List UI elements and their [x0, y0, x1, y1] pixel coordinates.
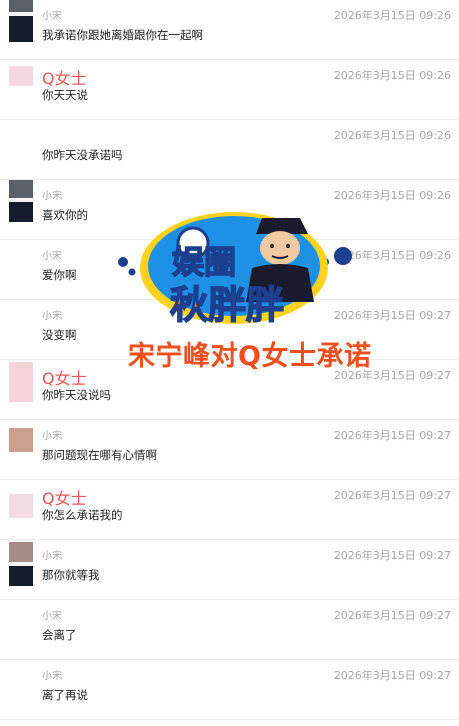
sender-name: 小宋	[42, 311, 62, 322]
avatar	[9, 0, 33, 42]
sender-name: 小宋	[42, 671, 62, 682]
sender-name: 小宋	[42, 431, 62, 442]
message-text: 那问题现在哪有心情啊	[42, 448, 157, 462]
message-text: 你天天说	[42, 88, 88, 102]
sender-name: 小宋	[42, 11, 62, 22]
timestamp: 2026年3月15日 09:26	[333, 69, 451, 82]
avatar	[9, 66, 33, 86]
message-row[interactable]: 小宋 2026年3月15日 09:26 我承诺你跟她离婚跟你在一起啊	[0, 0, 459, 60]
timestamp: 2026年3月15日 09:26	[333, 9, 451, 22]
sender-name: Q女士	[42, 69, 87, 88]
sender-name: Q女士	[42, 489, 87, 508]
logo-dot-icon	[334, 247, 352, 265]
message-text: 那你就等我	[42, 568, 100, 582]
message-row[interactable]: Q女士 2026年3月15日 09:27 你怎么承诺我的	[0, 480, 459, 540]
sender-name: Q女士	[42, 369, 87, 388]
message-text: 会离了	[42, 628, 77, 642]
timestamp: 2026年3月15日 09:27	[333, 489, 451, 502]
message-row[interactable]: 小宋 2026年3月15日 09:27 那问题现在哪有心情啊	[0, 420, 459, 480]
message-text: 你昨天没承诺吗	[42, 148, 123, 162]
message-text: 离了再说	[42, 688, 88, 702]
avatar	[9, 542, 33, 586]
logo-dot-icon	[128, 268, 136, 276]
sender-name: 小宋	[42, 551, 62, 562]
message-text: 爱你啊	[42, 268, 77, 282]
logo-dot-icon	[118, 257, 128, 267]
timestamp: 2026年3月15日 09:27	[333, 609, 451, 622]
message-text: 你怎么承诺我的	[42, 508, 123, 522]
message-row[interactable]: 小宋 2026年3月15日 09:27 会离了	[0, 600, 459, 660]
message-row[interactable]: 2026年3月15日 09:26 你昨天没承诺吗	[0, 120, 459, 180]
message-text: 喜欢你的	[42, 208, 88, 222]
message-row[interactable]: 小宋 2026年3月15日 09:27 那你就等我	[0, 540, 459, 600]
timestamp: 2026年3月15日 09:26	[333, 129, 451, 142]
overlay-caption: 宋宁峰对Q女士承诺	[128, 341, 372, 372]
sender-name: 小宋	[42, 251, 62, 262]
logo-line1-text: 娱圈	[172, 243, 236, 281]
timestamp: 2026年3月15日 09:27	[333, 549, 451, 562]
message-text: 我承诺你跟她离婚跟你在一起啊	[42, 28, 203, 42]
message-text: 没变啊	[42, 328, 77, 342]
avatar	[9, 362, 33, 402]
sender-name: 小宋	[42, 191, 62, 202]
avatar	[9, 180, 33, 222]
message-row[interactable]: 小宋 2026年3月15日 09:27 离了再说	[0, 660, 459, 720]
timestamp: 2026年3月15日 09:27	[333, 669, 451, 682]
timestamp: 2026年3月15日 09:26	[333, 189, 451, 202]
avatar	[9, 428, 33, 452]
logo-line2-text: 秋胖胖	[170, 283, 284, 327]
message-text: 你昨天没说吗	[42, 388, 111, 402]
timestamp: 2026年3月15日 09:27	[333, 429, 451, 442]
message-row[interactable]: Q女士 2026年3月15日 09:26 你天天说	[0, 60, 459, 120]
avatar	[9, 494, 33, 518]
sender-name: 小宋	[42, 611, 62, 622]
channel-logo: 娱圈 秋胖胖	[118, 212, 352, 328]
